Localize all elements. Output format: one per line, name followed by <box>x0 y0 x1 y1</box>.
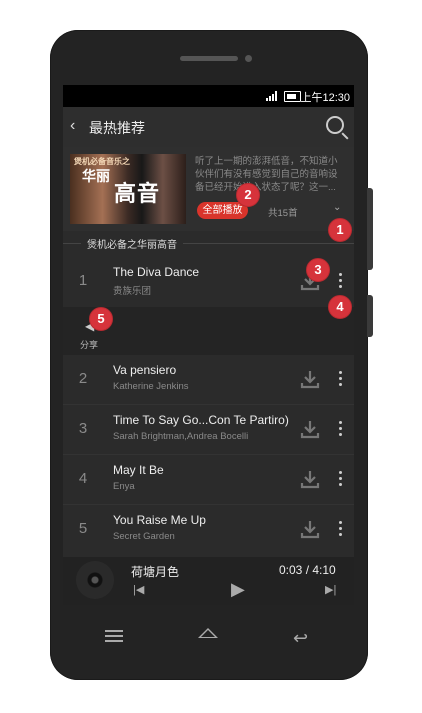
album-cover[interactable]: 煲机必备音乐之 华丽 高音 <box>70 154 186 224</box>
list-item[interactable]: 5 You Raise Me Up Secret Garden <box>63 505 354 553</box>
section-title: 煲机必备之华丽高音 <box>81 236 183 251</box>
home-icon[interactable] <box>198 628 218 638</box>
track-artist: Katherine Jenkins <box>113 381 189 392</box>
now-playing-title: 荷塘月色 <box>131 565 180 579</box>
power-button <box>367 295 373 337</box>
annotation-badge-2: 2 <box>236 183 260 207</box>
back-icon[interactable]: ↩ <box>293 628 308 649</box>
status-time: 上午12:30 <box>300 92 350 104</box>
app-bar: ‹ 最热推荐 <box>63 107 354 147</box>
status-bar: 上午12:30 <box>63 85 354 107</box>
list-item[interactable]: 2 Va pensiero Katherine Jenkins <box>63 355 354 403</box>
playback-time: 0:03 / 4:10 <box>279 563 336 577</box>
chevron-left-icon[interactable]: ‹ <box>70 117 75 135</box>
more-icon[interactable] <box>338 271 342 291</box>
annotation-badge-4: 4 <box>328 295 352 319</box>
annotation-badge-1: 1 <box>328 218 352 242</box>
download-icon[interactable] <box>300 519 320 539</box>
front-camera <box>245 55 252 62</box>
track-number: 5 <box>78 520 88 537</box>
list-item[interactable]: 3 Time To Say Go...Con Te Partiro) Sarah… <box>63 405 354 453</box>
album-header: 煲机必备音乐之 华丽 高音 听了上一期的澎湃低音，不知道小伙伴们有没有感觉到自己… <box>63 147 354 231</box>
track-title: Time To Say Go...Con Te Partiro) <box>113 413 289 427</box>
more-icon[interactable] <box>338 469 342 489</box>
speaker-grille <box>180 56 238 61</box>
track-title: The Diva Dance <box>113 265 200 279</box>
track-number: 3 <box>78 420 88 437</box>
navigation-bar: ↩ <box>63 620 354 660</box>
search-icon[interactable] <box>326 116 344 134</box>
screen: 上午12:30 ‹ 最热推荐 煲机必备音乐之 华丽 高音 听了上一期的澎湃低音，… <box>63 85 354 605</box>
battery-icon <box>284 91 301 102</box>
mini-player[interactable]: 荷塘月色 0:03 / 4:10 |◀ ▶ ▶| <box>63 557 354 605</box>
page-title: 最热推荐 <box>89 120 145 136</box>
cover-text-main: 高音 <box>114 181 161 206</box>
track-title: May It Be <box>113 463 164 477</box>
menu-icon[interactable] <box>105 630 123 642</box>
next-track-icon[interactable]: ▶| <box>325 583 336 596</box>
album-description[interactable]: 听了上一期的澎湃低音，不知道小伙伴们有没有感觉到自己的音响设备已经开始进入状态了… <box>195 155 345 194</box>
more-icon[interactable] <box>338 369 342 389</box>
share-label[interactable]: 分享 <box>80 338 98 351</box>
track-artist: Sarah Brightman,Andrea Bocelli <box>113 431 249 442</box>
download-icon[interactable] <box>300 469 320 489</box>
download-icon[interactable] <box>300 419 320 439</box>
album-disc-icon[interactable] <box>76 561 114 599</box>
annotation-badge-5: 5 <box>89 307 113 331</box>
track-number: 2 <box>78 370 88 387</box>
track-artist: Secret Garden <box>113 531 175 542</box>
track-title: Va pensiero <box>113 363 177 377</box>
track-artist: 贵族乐团 <box>113 286 152 297</box>
more-icon[interactable] <box>338 419 342 439</box>
volume-button <box>367 188 373 270</box>
signal-icon <box>266 91 280 101</box>
more-icon[interactable] <box>338 519 342 539</box>
annotation-badge-3: 3 <box>306 258 330 282</box>
previous-track-icon[interactable]: |◀ <box>133 583 144 596</box>
track-title: You Raise Me Up <box>113 513 206 527</box>
track-artist: Enya <box>113 481 135 492</box>
chevron-down-icon[interactable]: ⌄ <box>333 202 341 213</box>
play-icon[interactable]: ▶ <box>231 579 245 600</box>
track-number: 1 <box>78 272 88 289</box>
track-number: 4 <box>78 470 88 487</box>
cover-text-mid: 华丽 <box>82 168 110 184</box>
track-count: 共15首 <box>268 208 298 219</box>
list-item[interactable]: 4 May It Be Enya <box>63 455 354 503</box>
download-icon[interactable] <box>300 369 320 389</box>
section-header: 煲机必备之华丽高音 <box>63 236 354 252</box>
